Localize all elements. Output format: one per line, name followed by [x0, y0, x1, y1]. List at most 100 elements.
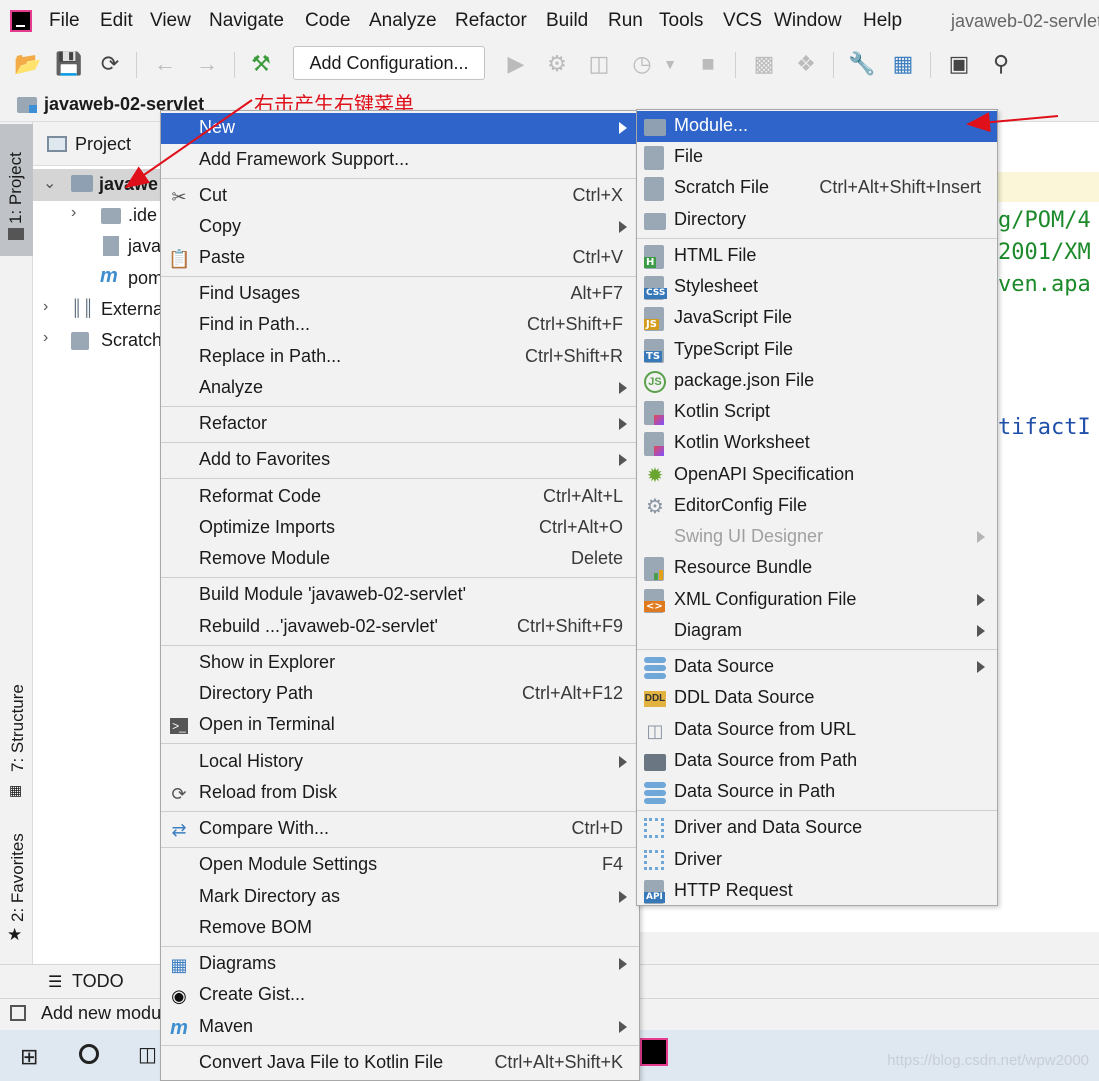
- wrench-icon[interactable]: 🔧: [848, 51, 875, 77]
- structure-tab[interactable]: 7: Structure: [8, 684, 28, 772]
- submenu-item-kotlin-worksheet[interactable]: Kotlin Worksheet: [637, 428, 997, 459]
- tree-item-java[interactable]: java: [128, 236, 161, 257]
- menu-item-new[interactable]: New: [161, 113, 639, 144]
- submenu-item-data-source-url[interactable]: ◫ Data Source from URL: [637, 715, 997, 746]
- menu-item-replace-in-path[interactable]: Replace in Path... Ctrl+Shift+R: [161, 342, 639, 373]
- menu-item-rebuild[interactable]: Rebuild ...'javaweb-02-servlet' Ctrl+Shif…: [161, 612, 639, 643]
- menu-item-remove-module[interactable]: Remove Module Delete: [161, 544, 639, 575]
- submenu-item-diagram[interactable]: Diagram: [637, 616, 997, 647]
- tree-item-pom[interactable]: pom: [128, 268, 163, 289]
- menu-item-optimize-imports[interactable]: Optimize Imports Ctrl+Alt+O: [161, 513, 639, 544]
- menu-code[interactable]: Code: [305, 10, 350, 32]
- submenu-item-kotlin-script[interactable]: Kotlin Script: [637, 397, 997, 428]
- sync-icon[interactable]: ⟳: [97, 51, 123, 77]
- submenu-item-data-source-in-path[interactable]: Data Source in Path: [637, 777, 997, 808]
- submenu-item-driver[interactable]: Driver: [637, 845, 997, 876]
- status-window-icon[interactable]: [10, 1005, 26, 1021]
- menu-item-local-history[interactable]: Local History: [161, 747, 639, 778]
- chevron-right-icon[interactable]: ›: [43, 329, 48, 347]
- submenu-item-xml-configuration[interactable]: <> XML Configuration File: [637, 585, 997, 616]
- tree-item-external-libraries[interactable]: Externa: [101, 299, 163, 320]
- menu-item-add-framework-support[interactable]: Add Framework Support...: [161, 145, 639, 176]
- build-hammer-icon[interactable]: ⚒: [248, 51, 274, 77]
- chevron-down-icon[interactable]: ⌄: [43, 173, 56, 193]
- menu-item-paste[interactable]: 📋 Paste Ctrl+V: [161, 243, 639, 274]
- submenu-item-scratch-file[interactable]: Scratch File Ctrl+Alt+Shift+Insert: [637, 173, 997, 204]
- menu-build[interactable]: Build: [546, 10, 588, 32]
- profile-icon[interactable]: ◷: [629, 51, 655, 77]
- submenu-item-directory[interactable]: Directory: [637, 205, 997, 236]
- menu-help[interactable]: Help: [863, 10, 902, 32]
- menu-tools[interactable]: Tools: [659, 10, 703, 32]
- save-icon[interactable]: 💾: [55, 51, 82, 77]
- submenu-item-resource-bundle[interactable]: Resource Bundle: [637, 553, 997, 584]
- menu-item-diagrams[interactable]: ▦ Diagrams: [161, 949, 639, 980]
- todo-tab[interactable]: TODO: [72, 971, 124, 992]
- menu-item-directory-path[interactable]: Directory Path Ctrl+Alt+F12: [161, 679, 639, 710]
- project-tool-tab[interactable]: 1: Project: [0, 124, 33, 256]
- tree-item-idea[interactable]: .ide: [128, 205, 157, 226]
- menu-item-find-usages[interactable]: Find Usages Alt+F7: [161, 279, 639, 310]
- cubes-icon[interactable]: ❖: [793, 51, 819, 77]
- chevron-right-icon[interactable]: ›: [43, 298, 48, 316]
- menu-item-cut[interactable]: ✂ Cut Ctrl+X: [161, 181, 639, 212]
- menu-item-show-in-explorer[interactable]: Show in Explorer: [161, 648, 639, 679]
- menu-item-reload-from-disk[interactable]: ⟳ Reload from Disk: [161, 778, 639, 809]
- project-structure-icon[interactable]: ▦: [890, 51, 916, 77]
- menu-view[interactable]: View: [150, 10, 191, 32]
- windows-start-icon[interactable]: ⊞: [20, 1044, 38, 1070]
- favorites-tab[interactable]: 2: Favorites: [8, 833, 28, 922]
- forward-arrow-icon[interactable]: →: [194, 51, 220, 77]
- task-view-icon[interactable]: ◫: [138, 1042, 157, 1067]
- run-icon[interactable]: ▶: [503, 51, 529, 77]
- menu-refactor[interactable]: Refactor: [455, 10, 527, 32]
- menu-vcs[interactable]: VCS: [723, 10, 762, 32]
- menu-analyze[interactable]: Analyze: [369, 10, 437, 32]
- menu-item-convert-to-kotlin[interactable]: Convert Java File to Kotlin File Ctrl+Alt…: [161, 1048, 639, 1079]
- submenu-item-data-source[interactable]: Data Source: [637, 652, 997, 683]
- search-circle-icon[interactable]: [79, 1044, 99, 1064]
- project-panel-title[interactable]: Project: [75, 134, 131, 155]
- coverage-icon[interactable]: ◫: [586, 51, 612, 77]
- add-configuration-button[interactable]: Add Configuration...: [293, 46, 485, 80]
- menu-item-create-gist[interactable]: ◉ Create Gist...: [161, 980, 639, 1011]
- menu-item-open-module-settings[interactable]: Open Module Settings F4: [161, 850, 639, 881]
- menu-item-add-to-favorites[interactable]: Add to Favorites: [161, 445, 639, 476]
- debug-icon[interactable]: ⚙: [544, 51, 570, 77]
- menu-item-maven[interactable]: m Maven: [161, 1012, 639, 1043]
- menu-file[interactable]: File: [49, 10, 80, 32]
- submenu-item-stylesheet[interactable]: CSS Stylesheet: [637, 272, 997, 303]
- menu-item-open-in-terminal[interactable]: >_ Open in Terminal: [161, 710, 639, 741]
- menu-item-find-in-path[interactable]: Find in Path... Ctrl+Shift+F: [161, 310, 639, 341]
- menu-item-compare-with[interactable]: ⇄ Compare With... Ctrl+D: [161, 814, 639, 845]
- menu-run[interactable]: Run: [608, 10, 643, 32]
- menu-item-remove-bom[interactable]: Remove BOM: [161, 913, 639, 944]
- menu-item-refactor[interactable]: Refactor: [161, 409, 639, 440]
- back-arrow-icon[interactable]: ←: [152, 51, 178, 77]
- menu-item-analyze[interactable]: Analyze: [161, 373, 639, 404]
- submenu-item-ddl-data-source[interactable]: DDL DDL Data Source: [637, 683, 997, 714]
- search-icon[interactable]: ⚲: [988, 51, 1014, 77]
- device-icon[interactable]: ▩: [751, 51, 777, 77]
- submenu-item-data-source-path[interactable]: Data Source from Path: [637, 746, 997, 777]
- stop-icon[interactable]: ■: [695, 51, 721, 77]
- submenu-item-file[interactable]: File: [637, 142, 997, 173]
- menu-item-build-module[interactable]: Build Module 'javaweb-02-servlet': [161, 580, 639, 611]
- submenu-item-typescript-file[interactable]: TS TypeScript File: [637, 335, 997, 366]
- submenu-item-swing-ui-designer[interactable]: Swing UI Designer: [637, 522, 997, 553]
- intellij-taskbar-icon[interactable]: [640, 1038, 668, 1066]
- chevron-down-icon[interactable]: ▼: [657, 51, 683, 77]
- open-folder-icon[interactable]: 📂: [14, 51, 41, 77]
- menu-window[interactable]: Window: [774, 10, 842, 32]
- tree-item-scratches[interactable]: Scratch: [101, 330, 162, 351]
- submenu-item-javascript-file[interactable]: JS JavaScript File: [637, 303, 997, 334]
- chevron-right-icon[interactable]: ›: [71, 204, 76, 222]
- menu-item-mark-directory-as[interactable]: Mark Directory as: [161, 882, 639, 913]
- submenu-item-editorconfig[interactable]: ⚙ EditorConfig File: [637, 491, 997, 522]
- menu-navigate[interactable]: Navigate: [209, 10, 284, 32]
- submenu-item-driver-and-data-source[interactable]: Driver and Data Source: [637, 813, 997, 844]
- submenu-item-http-request[interactable]: API HTTP Request: [637, 876, 997, 907]
- presentation-icon[interactable]: ▣: [946, 51, 972, 77]
- menu-edit[interactable]: Edit: [100, 10, 133, 32]
- tree-item-module[interactable]: javawe: [99, 174, 158, 195]
